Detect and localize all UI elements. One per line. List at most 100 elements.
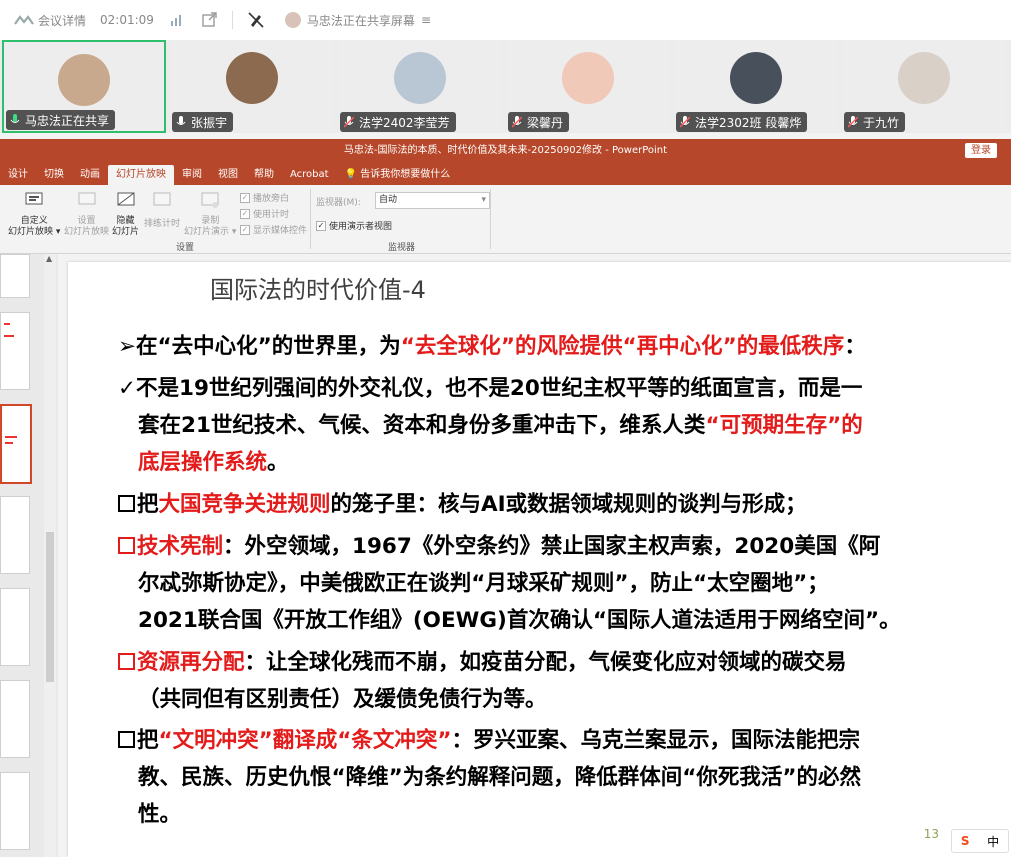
monitor-select-value: 自动 xyxy=(379,195,398,205)
participant-name-tag: 张振宇 xyxy=(172,112,234,132)
text-run: 不是19世纪列强间的外交礼仪，也不是20世纪主权平等的纸面宣言，而是一 xyxy=(136,376,863,401)
participant-name: 张振宇 xyxy=(191,115,228,130)
setup-slideshow-button[interactable]: 设置 幻灯片放映 xyxy=(64,191,109,238)
participant-name: 于九竹 xyxy=(863,115,900,130)
tencent-meeting-logo-icon xyxy=(14,15,34,25)
powerpoint-title-bar: 马忠法-国际法的本质、时代价值及其未来-20250902修改 - PowerPo… xyxy=(0,139,1011,163)
ribbon-tab[interactable]: Acrobat xyxy=(282,165,337,185)
custom-slideshow-label: 自定义 幻灯片放映 ▾ xyxy=(8,216,61,237)
text-run: 套在21世纪技术、气候、资本和身份多重冲击下，维系人类 xyxy=(138,413,706,438)
ribbon-tab[interactable]: 设计 xyxy=(0,165,36,185)
menu-lines-icon: ≡ xyxy=(420,13,431,27)
text-run: 在“去中心化”的世界里，为 xyxy=(136,334,401,359)
participant-name-tag: 梁馨丹 xyxy=(508,112,570,132)
hide-slide-icon xyxy=(117,192,134,206)
participant-tile[interactable]: 马忠法正在共享 xyxy=(2,40,166,133)
tell-me-search[interactable]: 告诉我你想要做什么 xyxy=(360,169,450,180)
play-narrations-checkbox[interactable]: ✓ 播放旁白 xyxy=(240,191,289,204)
custom-slideshow-button[interactable]: 自定义 幻灯片放映 ▾ xyxy=(8,191,60,238)
slide-thumbnail[interactable] xyxy=(0,772,30,850)
slide-page-number: 13 xyxy=(923,827,939,841)
login-button[interactable]: 登录 xyxy=(965,143,997,158)
ribbon-tab[interactable]: 视图 xyxy=(210,165,246,185)
presenter-view-checkbox[interactable]: ✓ 使用演示者视图 xyxy=(316,219,392,232)
participant-tile[interactable]: 法学2302班 段馨烨 xyxy=(674,40,838,133)
text-run: （共同但有区别责任）及缓债免债行为等。 xyxy=(138,687,547,712)
text-run: ：让全球化残而不崩，如疫苗分配，气候变化应对领域的碳交易 xyxy=(244,650,847,675)
participant-avatar xyxy=(226,52,278,104)
participant-name-tag: 马忠法正在共享 xyxy=(6,110,116,130)
slide-thumbnail[interactable] xyxy=(0,312,30,390)
show-media-controls-checkbox[interactable]: ✓ 显示媒体控件 xyxy=(240,223,307,236)
setup-slideshow-label: 设置 幻灯片放映 xyxy=(64,216,110,237)
monitor-select[interactable]: 自动 ▾ xyxy=(375,192,490,209)
ribbon-tab[interactable]: 💡 告诉我你想要做什么 xyxy=(337,165,459,185)
slide-canvas[interactable]: 国际法的时代价值-4 ➢在“去中心化”的世界里，为“去全球化”的风险提供“再中心… xyxy=(68,262,1011,857)
pop-out-icon[interactable] xyxy=(200,11,218,29)
sharing-status-text: 马忠法正在共享屏幕 xyxy=(306,13,415,28)
participant-avatar xyxy=(730,52,782,104)
ime-toolbar[interactable]: S 中 xyxy=(951,829,1009,853)
participant-avatar xyxy=(394,52,446,104)
scroll-up-icon[interactable]: ▲ xyxy=(46,254,52,263)
bullet-paragraph-6: 把“文明冲突”翻译成“条文冲突”：罗兴亚案、乌克兰案显示，国际法能把宗 教、民族… xyxy=(118,722,1008,833)
square-bullet-icon xyxy=(118,537,135,554)
ribbon-separator xyxy=(310,189,311,249)
text-run: 把 xyxy=(137,492,159,517)
text-run: 教、民族、历史仇恨“降维”为条约解释问题，降低群体间“你死我活”的必然 xyxy=(138,765,862,790)
text-run: 性。 xyxy=(138,802,182,827)
highlight-run: “去全球化”的风险提供“再中心化”的最低秩序 xyxy=(400,334,845,359)
bullet-paragraph-1: ➢在“去中心化”的世界里，为“去全球化”的风险提供“再中心化”的最低秩序： xyxy=(118,328,1008,365)
participant-tile[interactable]: 法学2402李莹芳 xyxy=(338,40,502,133)
bullet-paragraph-5: 资源再分配：让全球化残而不崩，如疫苗分配，气候变化应对领域的碳交易 （共同但有区… xyxy=(118,644,1008,718)
ribbon-slideshow: 自定义 幻灯片放映 ▾ 设置 幻灯片放映 隐藏 幻灯片 排练计时 录制 幻灯片演示 ▾ … xyxy=(0,185,1011,254)
text-run: 把 xyxy=(137,728,159,753)
hide-slide-button[interactable]: 隐藏 幻灯片 xyxy=(112,191,139,238)
rehearse-timings-button[interactable]: 排练计时 xyxy=(144,191,180,229)
sogou-logo-icon: S xyxy=(960,834,970,848)
ribbon-tab[interactable]: 幻灯片放映 xyxy=(108,165,174,185)
signal-strength-icon[interactable] xyxy=(168,11,186,29)
text-run: ： xyxy=(844,334,866,359)
participant-tile[interactable]: 张振宇 xyxy=(170,40,334,133)
ribbon-tab[interactable]: 帮助 xyxy=(246,165,282,185)
text-run: 的笼子里：核与AI或数据领域规则的谈判与形成； xyxy=(330,492,807,517)
highlight-run: 资源再分配 xyxy=(137,650,245,675)
ribbon-tab[interactable]: 动画 xyxy=(72,165,108,185)
participant-name: 马忠法正在共享 xyxy=(25,113,110,128)
chevron-down-icon: ▾ xyxy=(481,195,486,205)
thumbnails-scrollbar[interactable]: ▲ xyxy=(44,254,56,857)
scrollbar-thumb[interactable] xyxy=(46,532,54,682)
hide-slide-label: 隐藏 幻灯片 xyxy=(112,216,140,237)
slide-thumbnail[interactable] xyxy=(0,254,30,298)
participant-avatar xyxy=(562,52,614,104)
bullet-paragraph-4: 技术宪制：外空领域，1967《外空条约》禁止国家主权声索，2020美国《阿 尔忒… xyxy=(118,528,1008,639)
screen-share-indicator[interactable]: 马忠法正在共享屏幕 ≡ xyxy=(284,12,431,29)
participant-name-tag: 于九竹 xyxy=(844,112,906,132)
record-slideshow-button[interactable]: 录制 幻灯片演示 ▾ xyxy=(184,191,236,238)
arrow-bullet-icon: ➢ xyxy=(118,334,137,359)
ribbon-tab[interactable]: 审阅 xyxy=(174,165,210,185)
meeting-toolbar: 会议详情 02:01:09 马忠法正在共享屏幕 ≡ xyxy=(0,0,1011,40)
text-run: 尔忒弥斯协定》，中美俄欧正在谈判“月球采矿规则”，防止“太空圈地”； xyxy=(138,571,829,596)
participant-tile[interactable]: 于九竹 xyxy=(842,40,1006,133)
mic-icon xyxy=(176,116,186,125)
slide-thumbnail[interactable] xyxy=(0,680,30,758)
ime-mode-toggle[interactable]: 中 xyxy=(987,833,999,850)
slide-thumbnail-current[interactable] xyxy=(0,404,32,484)
record-slideshow-icon xyxy=(201,192,219,208)
meeting-details-label: 会议详情 xyxy=(38,13,87,28)
window-title: 马忠法-国际法的本质、时代价值及其未来-20250902修改 - PowerPo… xyxy=(343,145,668,156)
participant-name: 法学2302班 段馨烨 xyxy=(695,115,802,130)
ribbon-tab[interactable]: 切换 xyxy=(36,165,72,185)
use-timings-label: 使用计时 xyxy=(253,210,290,220)
play-narrations-label: 播放旁白 xyxy=(253,194,290,204)
slide-thumbnail[interactable] xyxy=(0,588,30,666)
meeting-details-button[interactable]: 会议详情 xyxy=(14,12,86,29)
slide-thumbnail[interactable] xyxy=(0,496,30,574)
use-timings-checkbox[interactable]: ✓ 使用计时 xyxy=(240,207,289,220)
text-run: ：罗兴亚案、乌克兰案显示，国际法能把宗 xyxy=(451,728,861,753)
participant-tile[interactable]: 梁馨丹 xyxy=(506,40,670,133)
stop-annotation-icon[interactable] xyxy=(247,11,265,29)
bullet-paragraph-3: 把大国竞争关进规则的笼子里：核与AI或数据领域规则的谈判与形成； xyxy=(118,486,1008,523)
